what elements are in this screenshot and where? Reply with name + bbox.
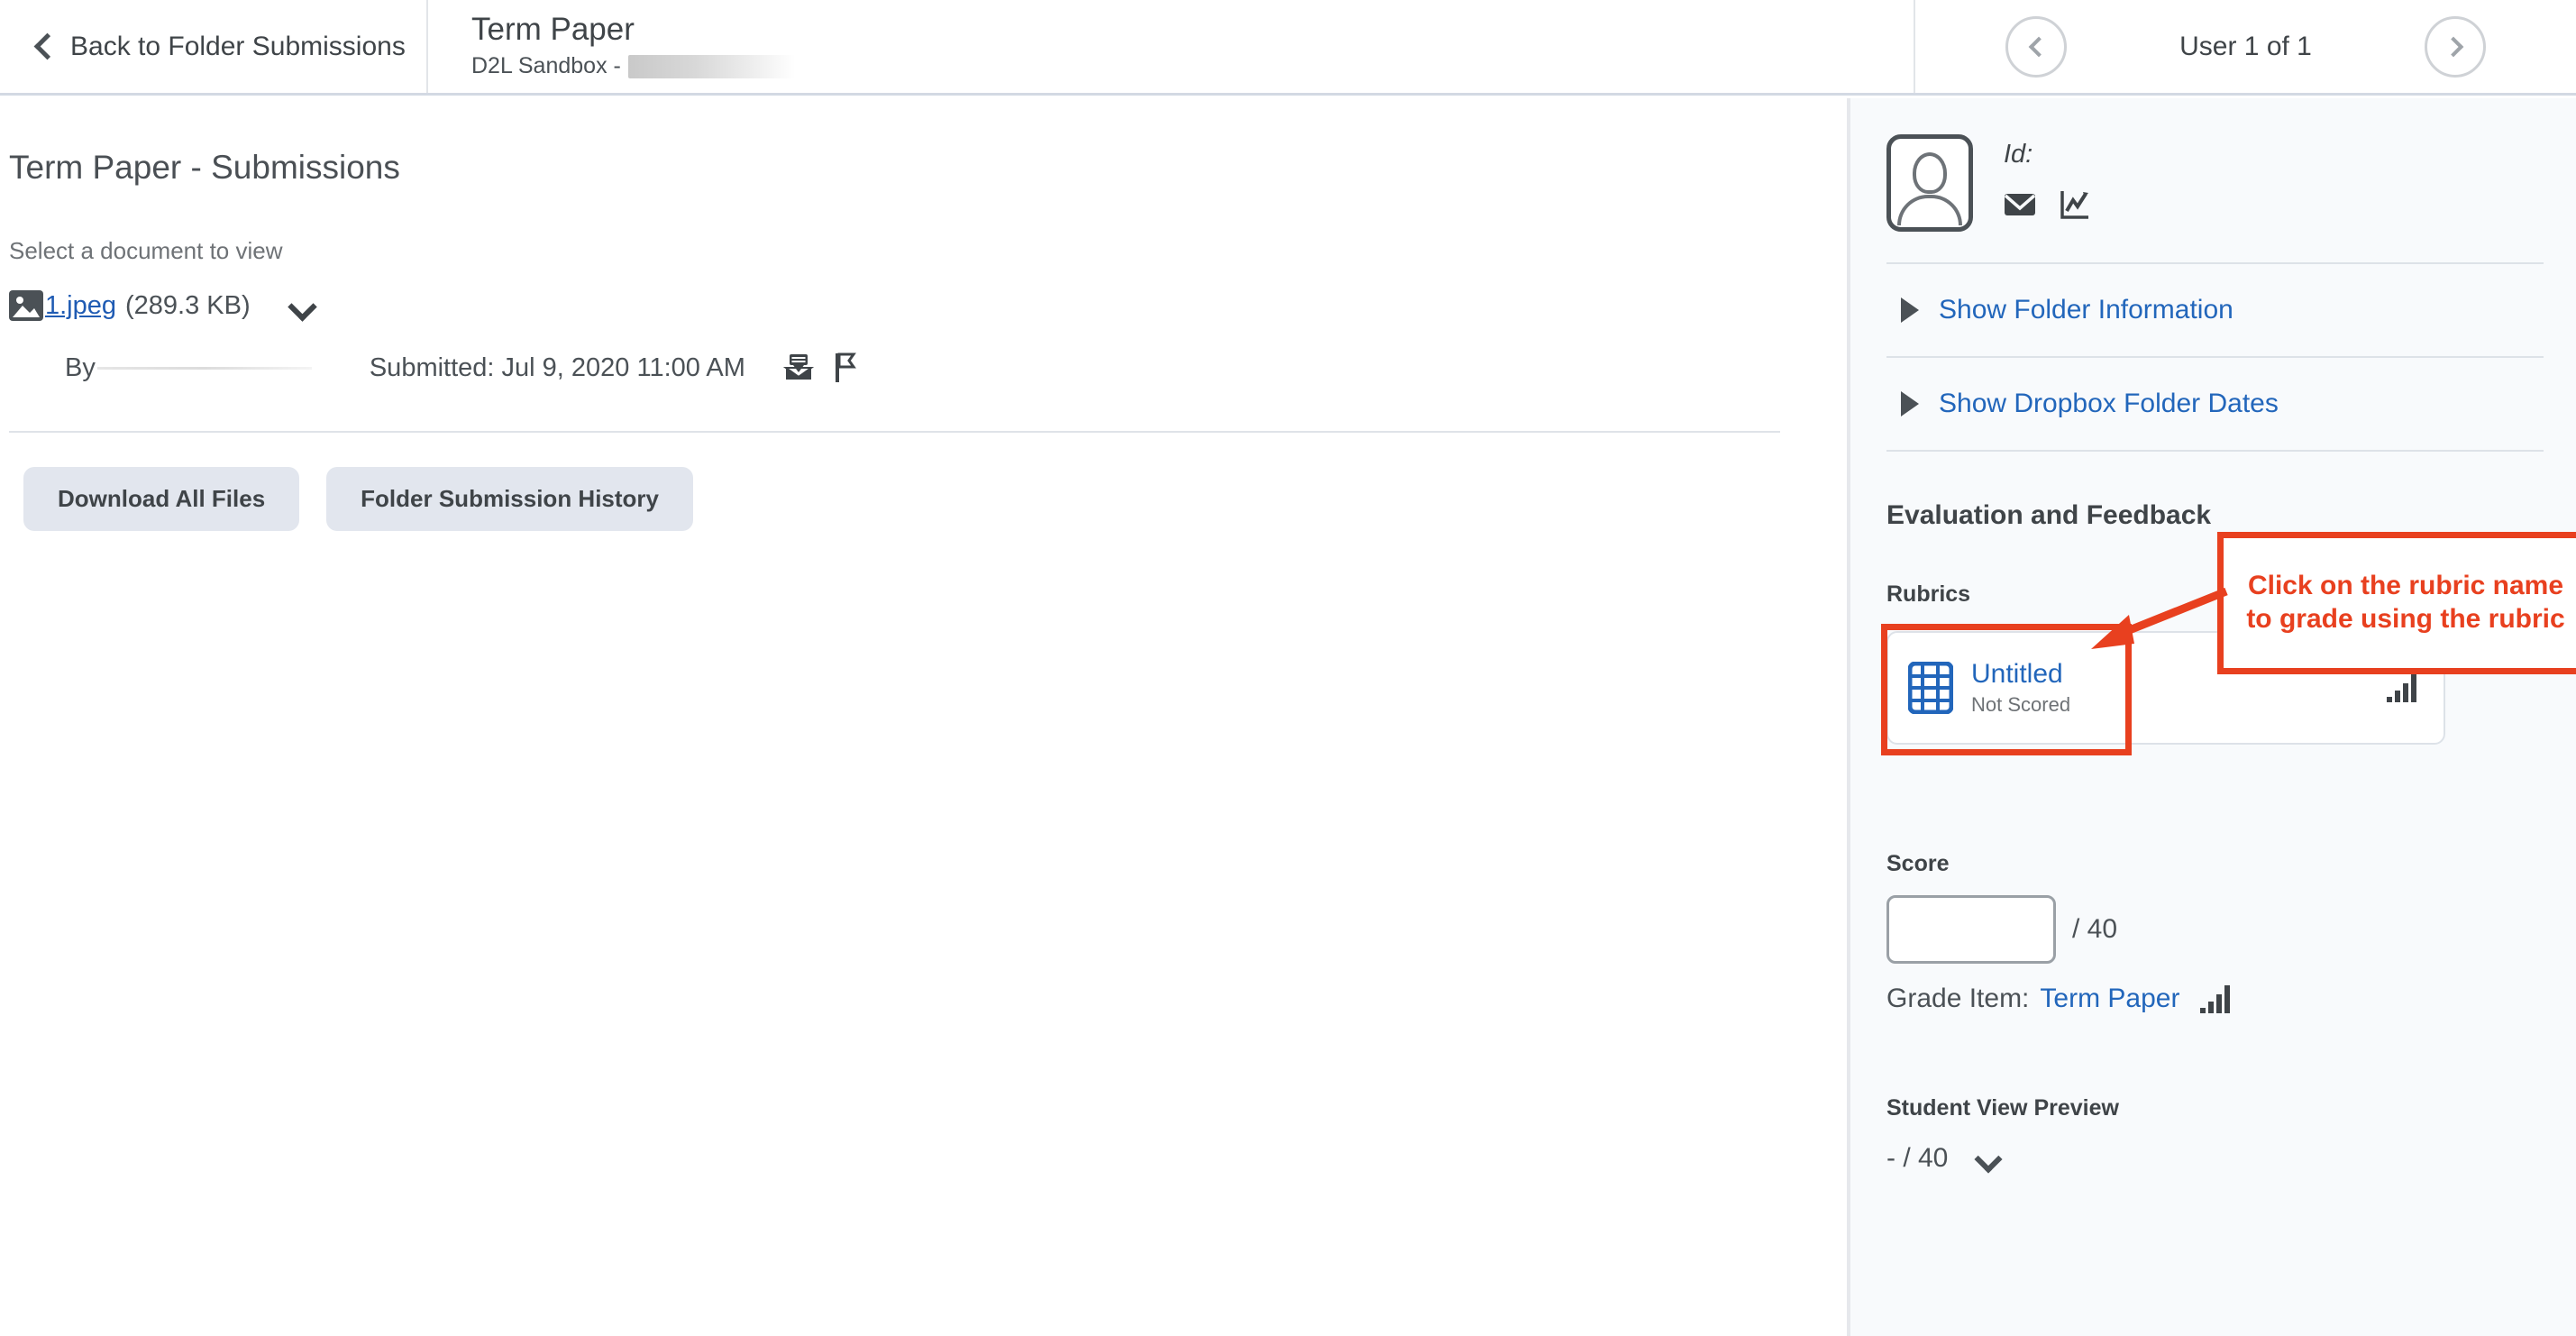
score-input-row: / 40 (1886, 895, 2540, 964)
rubric-card-content: Untitled Not Scored (1907, 659, 2070, 718)
show-dropbox-folder-dates-toggle[interactable]: Show Dropbox Folder Dates (1886, 358, 2540, 450)
by-label: By (65, 352, 96, 382)
assignment-title: Term Paper (471, 12, 635, 48)
user-counter-label: User 1 of 1 (2179, 31, 2312, 61)
inbox-download-icon[interactable] (782, 352, 814, 383)
bar-chart-icon[interactable] (2386, 673, 2418, 703)
redacted-course-name (627, 54, 795, 78)
top-header-bar: Back to Folder Submissions Term Paper D2… (0, 0, 2576, 96)
user-navigation: User 1 of 1 (1915, 0, 2576, 93)
triangle-right-icon (1901, 391, 1919, 416)
bar-chart-icon[interactable] (2199, 984, 2232, 1014)
evaluation-sidebar: Id: Show Folder Information Show Dropbox… (1847, 98, 2576, 1336)
submitted-timestamp: Submitted: Jul 9, 2020 11:00 AM (369, 352, 745, 382)
triangle-right-icon (1901, 297, 1919, 323)
score-out-of-label: / 40 (2072, 914, 2118, 944)
content-divider (9, 431, 1780, 433)
submissions-main-panel: Term Paper - Submissions Select a docume… (0, 98, 1843, 1336)
score-input[interactable] (1886, 895, 2056, 964)
back-button-label: Back to Folder Submissions (70, 31, 406, 61)
course-subtitle-text: D2L Sandbox - (471, 53, 621, 79)
line-chart-icon[interactable] (2060, 189, 2090, 220)
avatar-body-shape (1897, 195, 1962, 225)
user-avatar-icon (1886, 134, 1973, 232)
arrow-pointer-icon (2073, 579, 2235, 664)
redacted-student-name (96, 366, 312, 370)
chevron-left-circle-icon (2028, 36, 2049, 57)
grade-item-row: Grade Item: Term Paper (1886, 984, 2540, 1014)
select-document-label: Select a document to view (9, 237, 283, 264)
rubric-text-column: Untitled Not Scored (1971, 659, 2070, 718)
show-dropbox-folder-dates-label: Show Dropbox Folder Dates (1939, 389, 2279, 418)
chevron-down-icon[interactable] (288, 297, 315, 315)
submission-meta-row: By Submitted: Jul 9, 2020 11:00 AM (13, 352, 1843, 384)
envelope-icon[interactable] (2004, 192, 2036, 217)
instruction-callout-text: Click on the rubric name to grade using … (2246, 571, 2565, 634)
student-meta: Id: (2004, 134, 2090, 220)
rubric-card[interactable]: Untitled Not Scored Click on the rubric … (1881, 532, 2576, 755)
evaluation-and-feedback-heading: Evaluation and Feedback (1886, 500, 2212, 530)
submission-buttons-row: Download All Files Folder Submission His… (23, 467, 1843, 531)
file-list-item: 1.jpeg (289.3 KB) (9, 290, 1843, 321)
avatar-head-shape (1913, 152, 1947, 194)
student-identity-block: Id: (1886, 98, 2540, 262)
student-view-preview-value: - / 40 (1886, 1143, 1949, 1173)
submission-action-icons (782, 352, 857, 384)
course-subtitle: D2L Sandbox - (471, 51, 1914, 81)
rubric-name-link[interactable]: Untitled (1971, 659, 2070, 691)
previous-user-button[interactable] (2005, 15, 2067, 78)
submission-evaluation-page: Back to Folder Submissions Term Paper D2… (0, 0, 2576, 1336)
show-folder-information-label: Show Folder Information (1939, 295, 2233, 325)
student-view-preview-label: Student View Preview (1886, 1095, 2119, 1121)
grade-item-link[interactable]: Term Paper (2040, 984, 2179, 1014)
student-id-label: Id: (2004, 140, 2033, 169)
folder-submission-history-button[interactable]: Folder Submission History (326, 467, 693, 531)
rubric-status-label: Not Scored (1971, 693, 2071, 717)
chevron-down-icon[interactable] (1975, 1149, 2002, 1167)
image-file-icon (9, 290, 43, 321)
file-name-link[interactable]: 1.jpeg (45, 291, 116, 321)
next-user-button[interactable] (2425, 15, 2486, 78)
show-folder-information-toggle[interactable]: Show Folder Information (1886, 264, 2540, 356)
instruction-callout: Click on the rubric name to grade using … (2217, 532, 2576, 674)
back-to-folder-submissions-button[interactable]: Back to Folder Submissions (0, 0, 428, 93)
page-title: Term Paper - Submissions (9, 149, 400, 186)
student-view-preview-row[interactable]: - / 40 (1886, 1143, 2540, 1174)
download-all-files-button[interactable]: Download All Files (23, 467, 300, 531)
student-contact-icons (2004, 189, 2090, 220)
chevron-right-circle-icon (2443, 36, 2463, 57)
chevron-left-icon (34, 32, 54, 62)
rubric-grid-icon (1907, 661, 1954, 715)
file-size-label: (289.3 KB) (125, 290, 251, 320)
grade-item-label: Grade Item: (1886, 984, 2030, 1013)
assignment-title-block: Term Paper D2L Sandbox - (428, 0, 1915, 93)
flag-icon[interactable] (834, 352, 857, 384)
score-label: Score (1886, 851, 1950, 876)
sidebar-divider-3 (1886, 450, 2544, 452)
